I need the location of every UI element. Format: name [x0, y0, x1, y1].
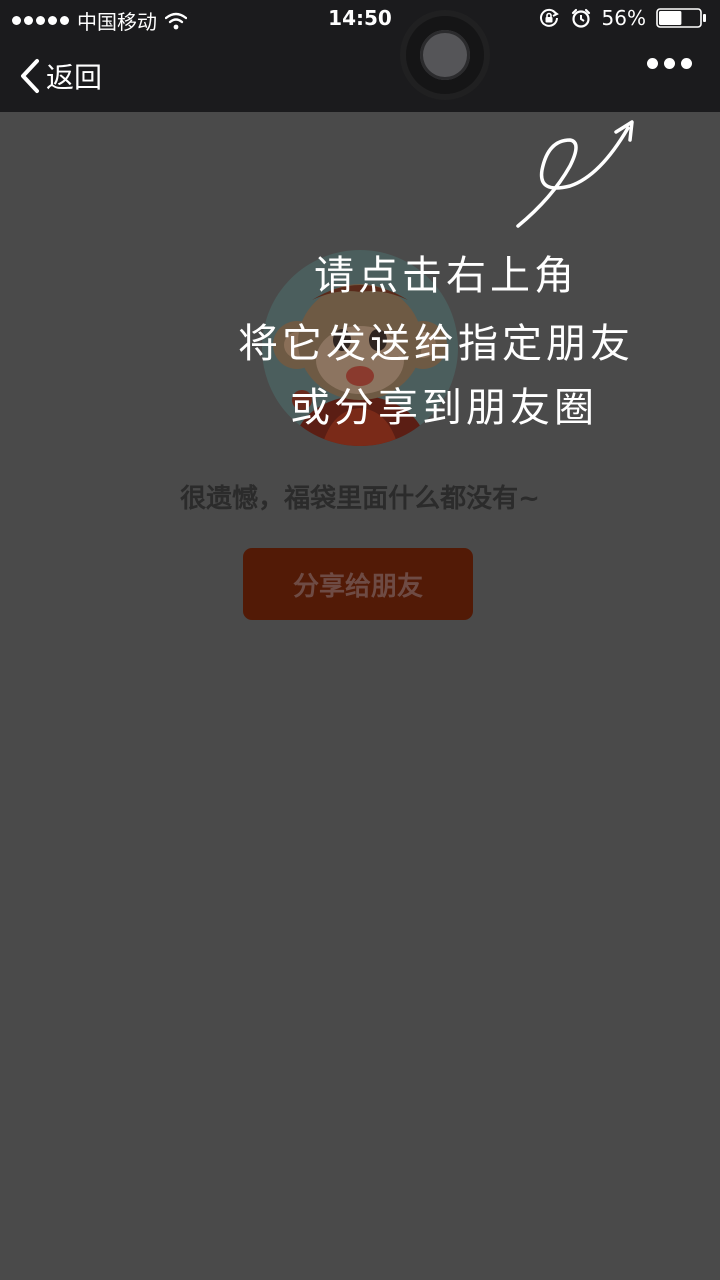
curved-arrow-icon: [516, 120, 634, 228]
more-dot: [664, 58, 675, 69]
battery-percent: 56%: [601, 6, 646, 30]
more-dot: [681, 58, 692, 69]
status-right: 56%: [538, 6, 708, 30]
assistive-touch-inner: [420, 30, 470, 80]
battery-icon: [656, 8, 706, 28]
nav-bar: 返回: [0, 36, 720, 112]
guide-line-1: 请点击右上角: [314, 253, 578, 299]
back-label: 返回: [46, 61, 103, 94]
rotation-lock-icon: [539, 8, 559, 27]
more-dot: [647, 58, 658, 69]
alarm-icon: [571, 8, 590, 28]
status-bar: 中国移动 14:50 56%: [0, 0, 720, 36]
share-to-friend-button[interactable]: 分享给朋友: [243, 548, 473, 620]
empty-result-message: 很遗憾，福袋里面什么都没有~: [180, 484, 540, 514]
back-chevron-icon: [21, 59, 39, 93]
back-button[interactable]: 返回: [18, 56, 102, 96]
guide-line-3: 或分享到朋友圈: [290, 385, 598, 431]
assistive-touch-button[interactable]: [406, 16, 484, 94]
guide-line-2: 将它发送给指定朋友: [238, 321, 634, 367]
more-dots-icon[interactable]: [647, 58, 692, 69]
